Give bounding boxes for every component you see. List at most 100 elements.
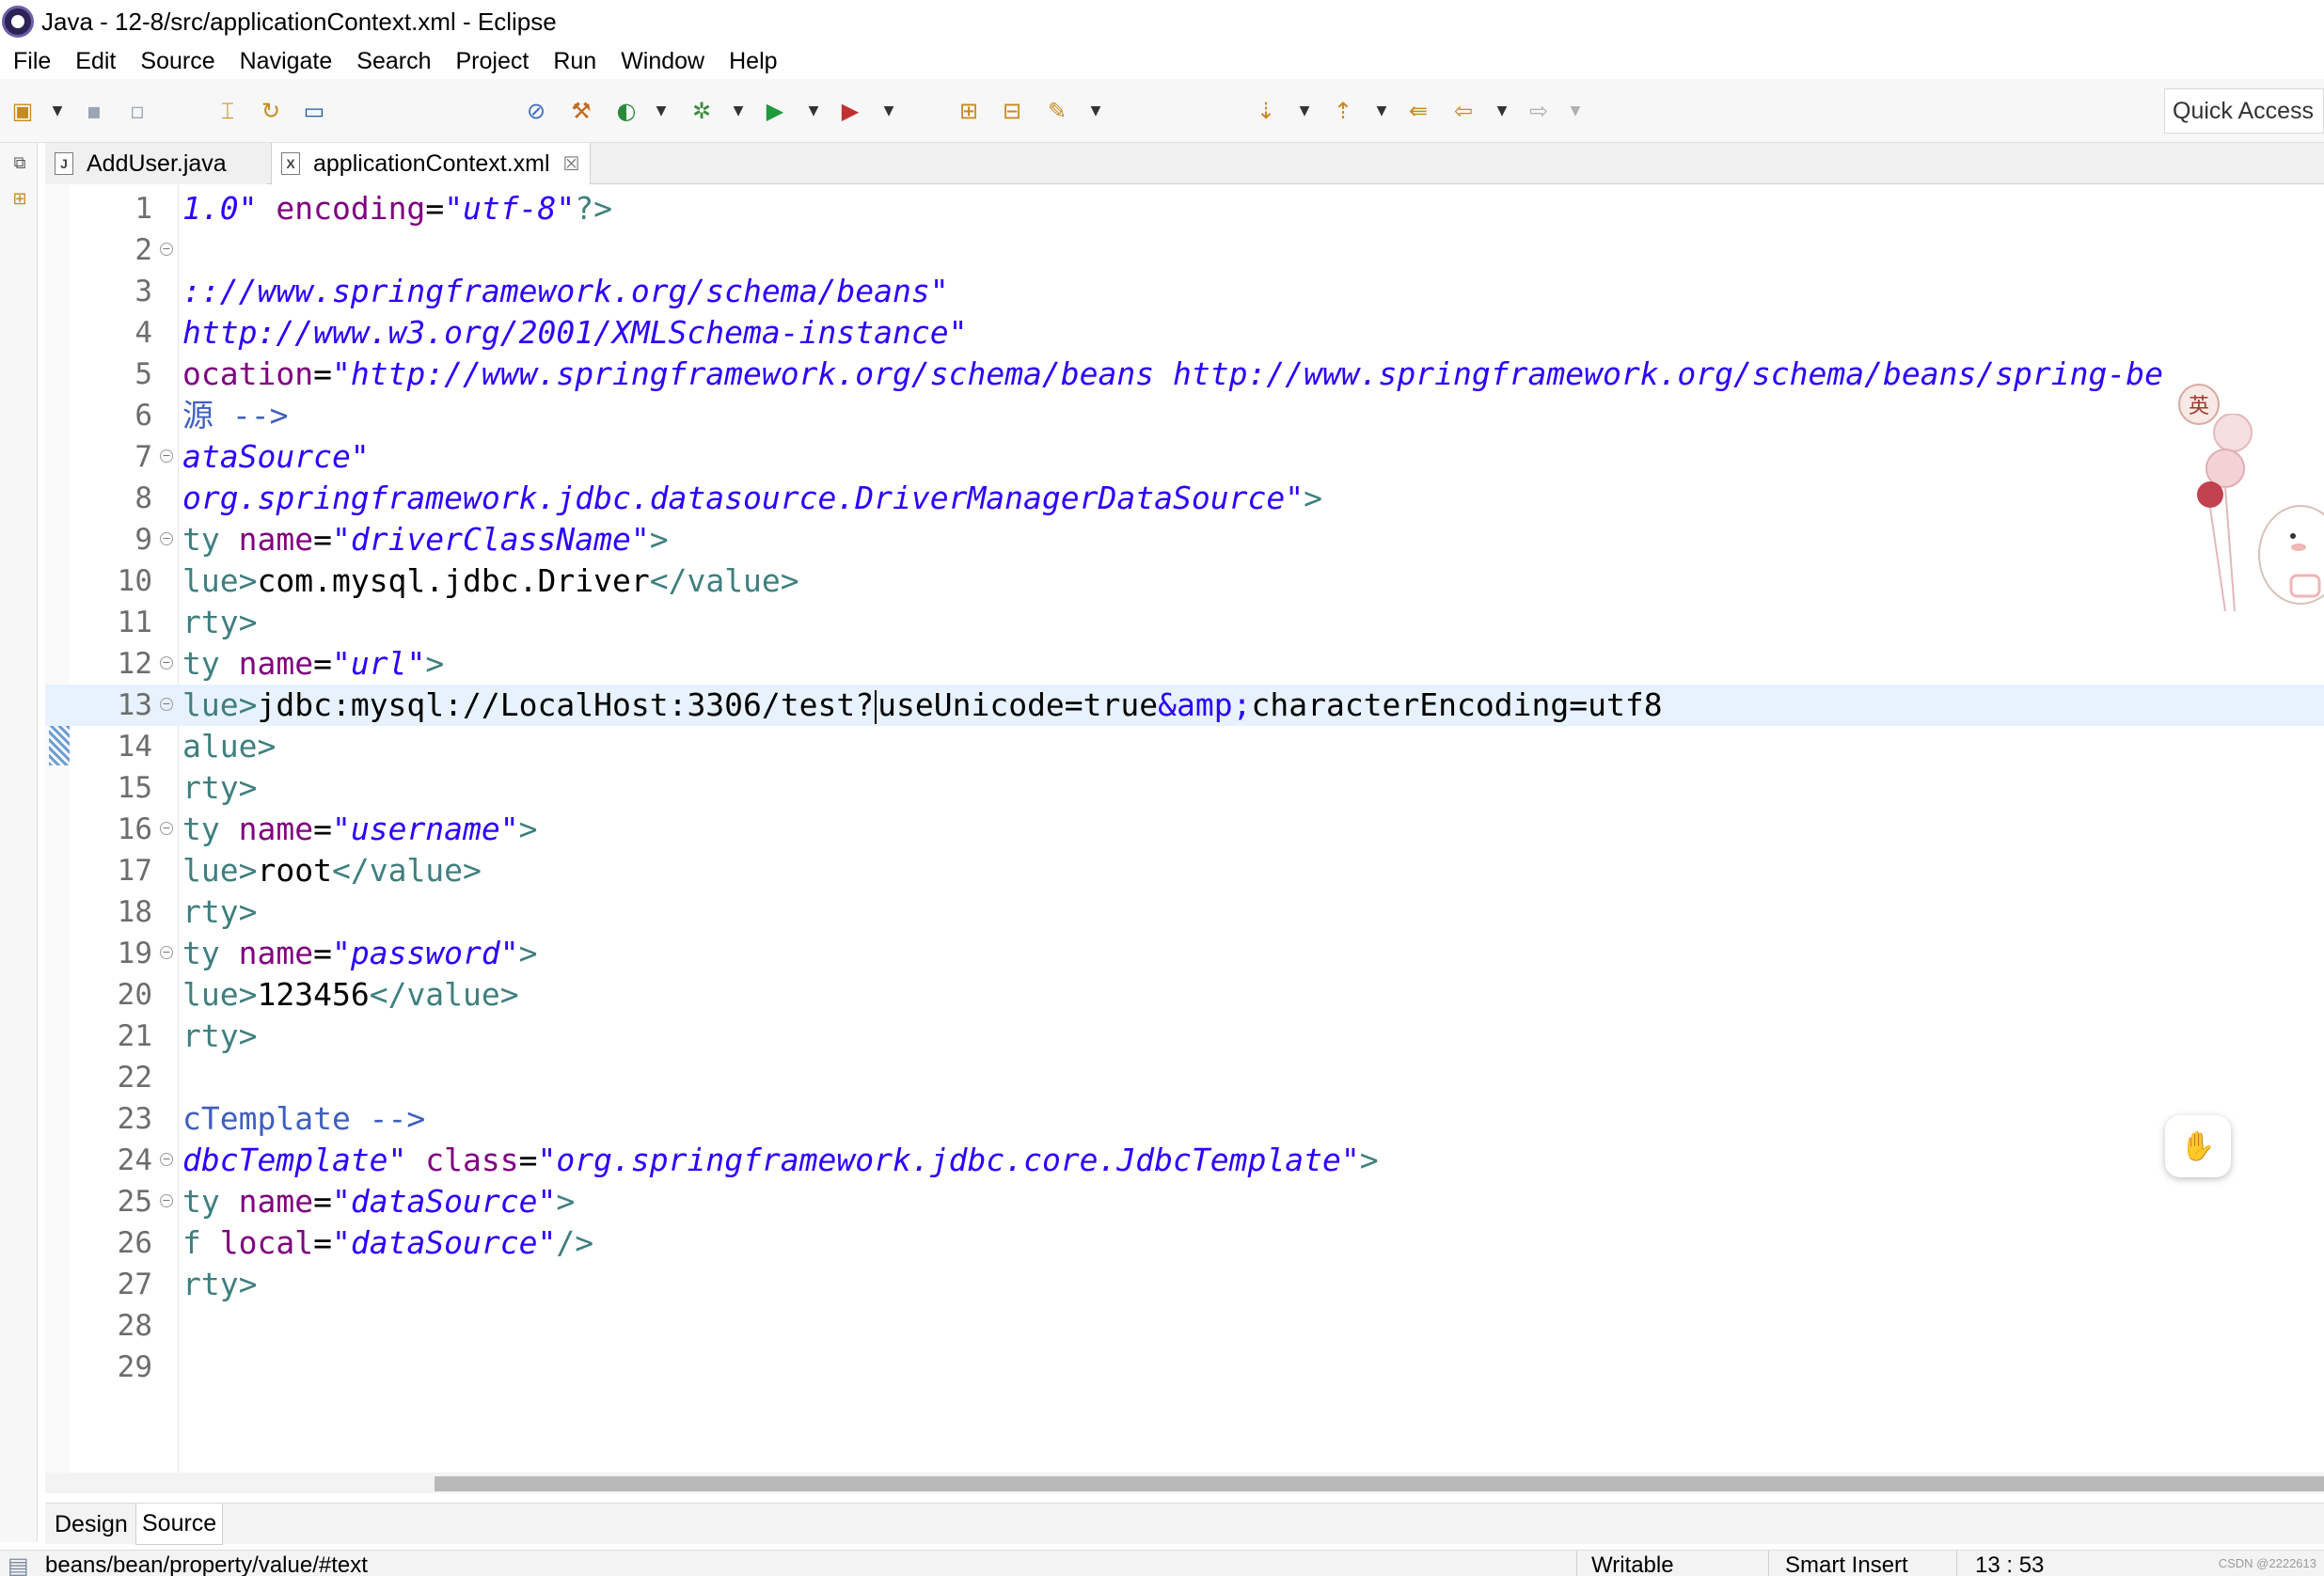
fold-toggle-icon[interactable]: −: [160, 698, 173, 711]
code-line[interactable]: 6 源 -->: [45, 395, 2324, 436]
code-line[interactable]: 23 cTemplate -->: [45, 1098, 2324, 1140]
code-line[interactable]: 21 rty>: [45, 1016, 2324, 1057]
last-edit-location-icon[interactable]: ⇚: [1403, 96, 1433, 126]
menu-source[interactable]: Source: [127, 48, 226, 75]
line-number: 2: [134, 233, 152, 267]
new-package-icon[interactable]: ⊞: [954, 96, 984, 126]
back-arrow-icon[interactable]: ⇦: [1448, 96, 1478, 126]
forward-dropdown-icon[interactable]: ▼: [1567, 96, 1584, 126]
code-line[interactable]: 9− ty name="driverClassName">: [45, 519, 2324, 560]
forward-arrow-icon[interactable]: ⇨: [1524, 96, 1554, 126]
fold-toggle-icon[interactable]: −: [160, 243, 173, 256]
code-token-tag: ty: [182, 645, 239, 682]
external-tools-icon[interactable]: ⚒: [566, 96, 596, 126]
menu-navigate[interactable]: Navigate: [227, 48, 344, 75]
code-line[interactable]: 13− lue>jdbc:mysql://LocalHost:3306/test?…: [45, 685, 2324, 726]
code-line[interactable]: 22: [45, 1057, 2324, 1098]
new-dropdown-icon[interactable]: ▼: [49, 96, 66, 126]
save-icon[interactable]: ▪: [79, 96, 109, 126]
code-line[interactable]: 29: [45, 1347, 2324, 1388]
debug-icon[interactable]: ✲: [687, 96, 717, 126]
run-external-icon[interactable]: ▶: [835, 96, 865, 126]
open-folder-icon[interactable]: ⊟: [997, 96, 1027, 126]
new-wizard-icon[interactable]: ▣: [8, 96, 38, 126]
floating-assistant-button[interactable]: ✋: [2165, 1115, 2231, 1177]
code-line[interactable]: 2−: [45, 229, 2324, 271]
code-token-txt: characterEncoding=utf8: [1251, 686, 1663, 723]
code-line[interactable]: 18 rty>: [45, 891, 2324, 933]
code-text: lue>root</value>: [182, 850, 482, 891]
menu-file[interactable]: File: [0, 48, 62, 75]
open-console-icon[interactable]: ▭: [299, 96, 329, 126]
code-line[interactable]: 27 rty>: [45, 1264, 2324, 1305]
xml-source-editor[interactable]: 1 1.0" encoding="utf-8"?> 2−3:://www.sprin…: [45, 184, 2324, 1473]
fold-toggle-icon[interactable]: −: [160, 1194, 173, 1207]
line-number: 25: [117, 1185, 152, 1219]
tab-applicationcontext-xml[interactable]: X applicationContext.xml ☒: [271, 143, 591, 184]
coverage-icon[interactable]: ◐: [611, 96, 641, 126]
code-line[interactable]: 7− ataSource": [45, 436, 2324, 478]
fold-toggle-icon[interactable]: −: [160, 822, 173, 835]
code-line[interactable]: 11 rty>: [45, 602, 2324, 643]
menu-help[interactable]: Help: [716, 48, 788, 75]
skip-breakpoints-icon[interactable]: ⊘: [521, 96, 551, 126]
code-line[interactable]: 16− ty name="username">: [45, 809, 2324, 850]
next-annotation-dropdown-icon[interactable]: ▼: [1296, 96, 1313, 126]
code-line[interactable]: 20 lue>123456</value>: [45, 974, 2324, 1016]
menu-run[interactable]: Run: [540, 48, 608, 75]
close-tab-icon[interactable]: ☒: [563, 152, 580, 176]
code-line[interactable]: 10 lue>com.mysql.jdbc.Driver</value>: [45, 560, 2324, 602]
code-token-tag: rty>: [182, 1266, 258, 1302]
fold-toggle-icon[interactable]: −: [160, 656, 173, 670]
handshake-icon: ✋: [2180, 1129, 2216, 1163]
code-line[interactable]: 24− dbcTemplate" class="org.springframewo…: [45, 1140, 2324, 1181]
code-line[interactable]: 14 alue>: [45, 726, 2324, 767]
open-type-icon[interactable]: ⌶: [213, 96, 243, 126]
menu-project[interactable]: Project: [443, 48, 541, 75]
code-line[interactable]: 19− ty name="password">: [45, 933, 2324, 974]
line-number: 5: [134, 357, 152, 391]
menu-search[interactable]: Search: [343, 48, 442, 75]
run-external-dropdown-icon[interactable]: ▼: [880, 96, 897, 126]
code-token-tag: rty>: [182, 769, 258, 806]
restore-icon[interactable]: ⧉: [9, 152, 30, 173]
fold-toggle-icon[interactable]: −: [160, 449, 173, 463]
code-line[interactable]: 15 rty>: [45, 767, 2324, 809]
left-trim-stack: ⧉ ⊞: [0, 143, 38, 1542]
menu-window[interactable]: Window: [608, 48, 716, 75]
code-line[interactable]: 25− ty name="dataSource">: [45, 1181, 2324, 1222]
run-dropdown-icon[interactable]: ▼: [805, 96, 822, 126]
save-all-icon[interactable]: ▫: [122, 96, 152, 126]
debug-dropdown-icon[interactable]: ▼: [730, 96, 747, 126]
code-line[interactable]: 1 1.0" encoding="utf-8"?>: [45, 188, 2324, 229]
code-line[interactable]: 3:://www.springframework.org/schema/bean…: [45, 271, 2324, 312]
package-explorer-icon[interactable]: ⊞: [9, 188, 30, 209]
code-line[interactable]: 12− ty name="url">: [45, 643, 2324, 685]
quick-access-field[interactable]: Quick Access: [2164, 88, 2324, 134]
coverage-dropdown-icon[interactable]: ▼: [653, 96, 670, 126]
code-line[interactable]: 4 http://www.w3.org/2001/XMLSchema-instan…: [45, 312, 2324, 354]
back-dropdown-icon[interactable]: ▼: [1494, 96, 1510, 126]
menu-edit[interactable]: Edit: [62, 48, 127, 75]
code-line[interactable]: 26 f local="dataSource"/>: [45, 1222, 2324, 1264]
fold-toggle-icon[interactable]: −: [160, 1153, 173, 1166]
previous-annotation-icon[interactable]: ⇡: [1328, 96, 1358, 126]
tab-adduser-java[interactable]: J AddUser.java: [45, 143, 267, 184]
horizontal-scrollbar[interactable]: [45, 1473, 2324, 1493]
tab-label: applicationContext.xml: [313, 150, 550, 177]
code-line[interactable]: 5 ocation="http://www.springframework.org…: [45, 354, 2324, 395]
next-annotation-icon[interactable]: ⇣: [1251, 96, 1281, 126]
previous-annotation-dropdown-icon[interactable]: ▼: [1373, 96, 1390, 126]
pen-icon[interactable]: ✎: [1042, 96, 1072, 126]
pen-dropdown-icon[interactable]: ▼: [1087, 96, 1104, 126]
code-line[interactable]: 8 org.springframework.jdbc.datasource.Dri…: [45, 478, 2324, 519]
tab-source[interactable]: Source: [135, 1504, 224, 1545]
code-line[interactable]: 28: [45, 1305, 2324, 1347]
code-line[interactable]: 17 lue>root</value>: [45, 850, 2324, 891]
run-icon[interactable]: ▶: [760, 96, 790, 126]
open-task-icon[interactable]: ↻: [256, 96, 286, 126]
fold-toggle-icon[interactable]: −: [160, 946, 173, 959]
tab-design[interactable]: Design: [49, 1504, 134, 1545]
fold-toggle-icon[interactable]: −: [160, 532, 173, 545]
scrollbar-thumb[interactable]: [435, 1476, 2324, 1491]
